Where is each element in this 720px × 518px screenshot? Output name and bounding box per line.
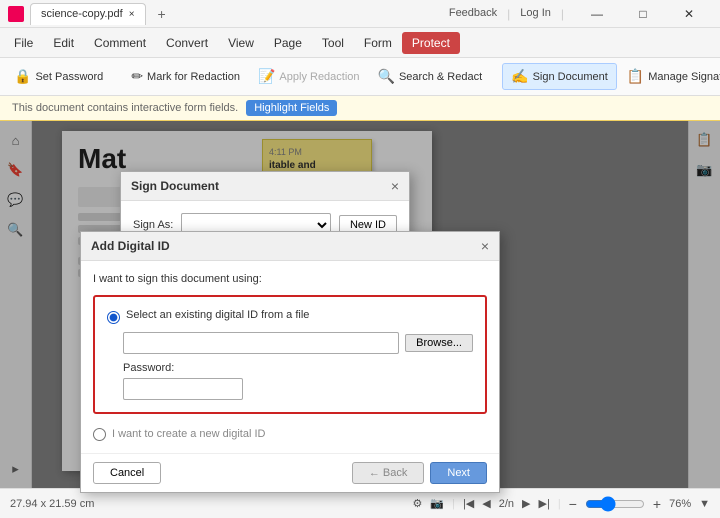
did-title: Add Digital ID — [91, 239, 170, 253]
mark-icon: ✏ — [131, 68, 143, 85]
new-tab-btn[interactable]: + — [152, 4, 172, 24]
zoom-in-btn[interactable]: + — [653, 496, 661, 512]
zoom-dropdown-btn[interactable]: ▼ — [699, 498, 710, 510]
search-redact-btn[interactable]: 🔍 Search & Redact — [370, 64, 491, 89]
sign-dialog-close-btn[interactable]: × — [391, 178, 399, 194]
manage-sig-icon: 📋 — [627, 68, 644, 85]
set-password-btn[interactable]: 🔒 Set Password — [6, 64, 111, 89]
file-input-row: Browse... — [123, 332, 473, 354]
option1-radio[interactable] — [107, 311, 120, 324]
password-label: Password: — [123, 362, 473, 374]
app-icon — [8, 6, 24, 22]
main-area: ⌂ 🔖 💬 🔍 ▸ Mat 4:11 PM itable and n gas. … — [0, 121, 720, 488]
footer-right-btns: ← Back Next — [352, 462, 487, 484]
set-password-label: Set Password — [35, 71, 103, 83]
menu-convert[interactable]: Convert — [156, 32, 218, 54]
menu-file[interactable]: File — [4, 32, 43, 54]
apply-redaction-btn[interactable]: 📝 Apply Redaction — [250, 64, 368, 89]
menu-form[interactable]: Form — [354, 32, 402, 54]
first-page-btn[interactable]: |◀ — [463, 497, 474, 510]
page-info: 2/n — [499, 498, 514, 510]
did-close-btn[interactable]: × — [481, 238, 489, 254]
did-options-box: Select an existing digital ID from a fil… — [93, 295, 487, 414]
next-page-btn[interactable]: ▶ — [522, 497, 530, 510]
sign-as-label: Sign As: — [133, 219, 173, 231]
highlight-fields-btn[interactable]: Highlight Fields — [246, 100, 337, 116]
prev-page-btn[interactable]: ◀ — [482, 497, 490, 510]
info-bar: This document contains interactive form … — [0, 96, 720, 121]
mark-redaction-label: Mark for Redaction — [147, 71, 240, 83]
menu-view[interactable]: View — [218, 32, 264, 54]
manage-signatures-label: Manage Signatures — [648, 71, 720, 83]
password-section: Password: — [123, 362, 473, 400]
menu-protect[interactable]: Protect — [402, 32, 460, 54]
menu-tool[interactable]: Tool — [312, 32, 354, 54]
search-redact-label: Search & Redact — [399, 71, 482, 83]
window-close-btn[interactable]: ✕ — [666, 0, 712, 28]
menu-page[interactable]: Page — [264, 32, 312, 54]
browse-btn[interactable]: Browse... — [405, 334, 473, 352]
tab-close-btn[interactable]: × — [129, 9, 135, 20]
info-message: This document contains interactive form … — [12, 102, 238, 114]
tab-label: science-copy.pdf — [41, 8, 123, 20]
menu-edit[interactable]: Edit — [43, 32, 84, 54]
last-page-btn[interactable]: ▶| — [539, 497, 550, 510]
mark-redaction-btn[interactable]: ✏ Mark for Redaction — [123, 64, 248, 89]
sign-document-label: Sign Document — [533, 71, 608, 83]
back-btn[interactable]: ← Back — [352, 462, 425, 484]
menu-comment[interactable]: Comment — [84, 32, 156, 54]
feedback-btn[interactable]: Feedback — [449, 7, 497, 21]
apply-redaction-label: Apply Redaction — [279, 71, 359, 83]
did-footer: Cancel ← Back Next — [81, 453, 499, 492]
manage-signatures-btn[interactable]: 📋 Manage Signatures ▼ — [619, 64, 720, 89]
lock-icon: 🔒 — [14, 68, 31, 85]
menu-bar: File Edit Comment Convert View Page Tool… — [0, 28, 720, 58]
option2-label: I want to create a new digital ID — [112, 428, 265, 440]
sign-icon: ✍ — [511, 68, 528, 85]
title-bar: science-copy.pdf × + Feedback | Log In |… — [0, 0, 720, 28]
password-input[interactable] — [123, 378, 243, 400]
option1-row: Select an existing digital ID from a fil… — [107, 309, 473, 324]
sign-dialog-title: Sign Document — [131, 179, 219, 193]
did-section-title: I want to sign this document using: — [93, 273, 487, 285]
maximize-btn[interactable]: □ — [620, 0, 666, 28]
option2-row: I want to create a new digital ID — [93, 426, 487, 441]
file-path-input[interactable] — [123, 332, 399, 354]
zoom-slider[interactable] — [585, 496, 645, 512]
option2-radio[interactable] — [93, 428, 106, 441]
dimensions-label: 27.94 x 21.59 cm — [10, 498, 94, 510]
zoom-level: 76% — [669, 498, 691, 510]
sign-dialog-title-bar: Sign Document × — [121, 172, 409, 201]
cancel-btn[interactable]: Cancel — [93, 462, 161, 484]
search-redact-icon: 🔍 — [378, 68, 395, 85]
apply-icon: 📝 — [258, 68, 275, 85]
minimize-btn[interactable]: — — [574, 0, 620, 28]
active-tab[interactable]: science-copy.pdf × — [30, 3, 146, 25]
option1-label: Select an existing digital ID from a fil… — [126, 309, 309, 321]
login-btn[interactable]: Log In — [520, 7, 551, 21]
total-pages: n — [508, 498, 514, 510]
sign-document-btn[interactable]: ✍ Sign Document — [502, 63, 617, 90]
did-body: I want to sign this document using: Sele… — [81, 261, 499, 453]
next-btn[interactable]: Next — [430, 462, 487, 484]
scan-icon[interactable]: 📷 — [430, 497, 444, 510]
zoom-out-btn[interactable]: − — [569, 496, 577, 512]
settings-icon[interactable]: ⚙ — [413, 497, 423, 510]
add-digital-id-dialog: Add Digital ID × I want to sign this doc… — [80, 231, 500, 493]
toolbar: 🔒 Set Password ✏ Mark for Redaction 📝 Ap… — [0, 58, 720, 96]
did-title-bar: Add Digital ID × — [81, 232, 499, 261]
